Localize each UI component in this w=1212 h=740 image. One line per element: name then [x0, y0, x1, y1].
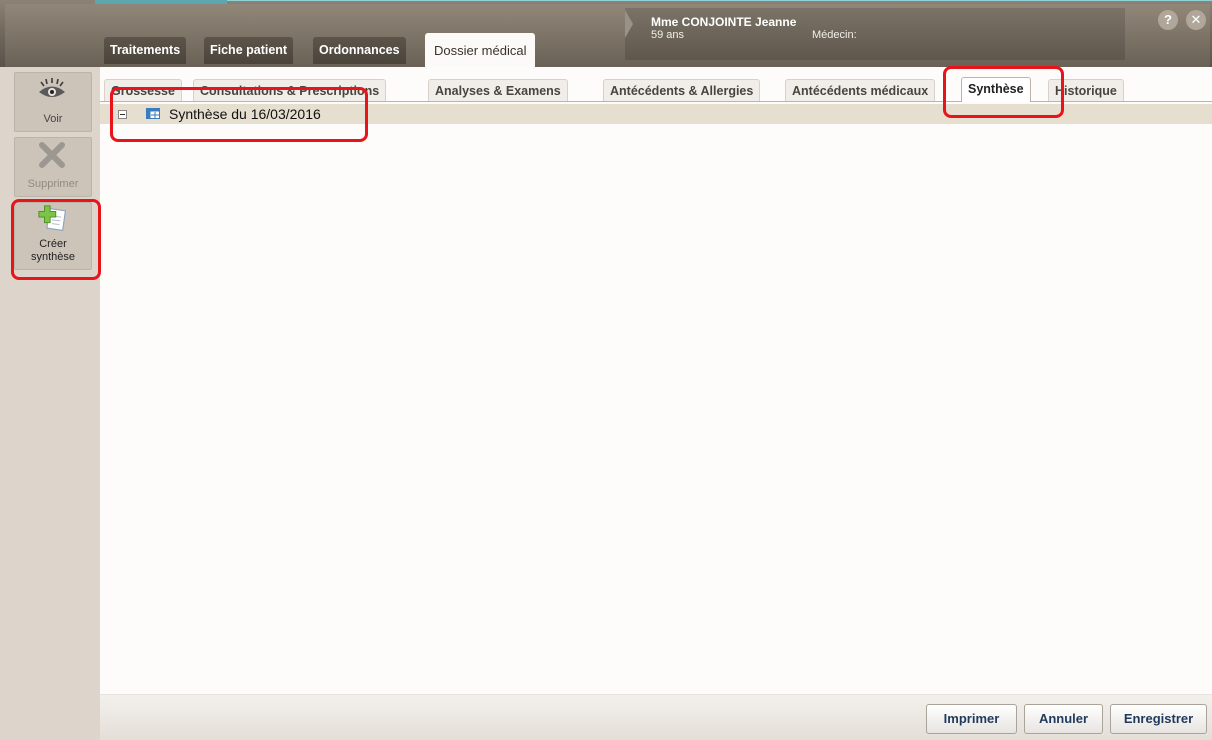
create-synthesis-button[interactable]: Créer synthèse	[14, 202, 92, 270]
view-label: Voir	[43, 113, 63, 125]
eye-icon	[37, 77, 67, 103]
cancel-button[interactable]: Annuler	[1024, 704, 1103, 734]
subtab-analyses[interactable]: Analyses & Examens	[428, 79, 568, 101]
delete-button[interactable]: Supprimer	[14, 137, 92, 197]
header-rule	[227, 0, 1212, 1]
header-accent	[95, 0, 227, 4]
help-button[interactable]: ?	[1158, 10, 1178, 30]
patient-name: Mme CONJOINTE Jeanne	[651, 15, 797, 29]
tab-fiche-patient[interactable]: Fiche patient	[204, 37, 294, 64]
print-button[interactable]: Imprimer	[926, 704, 1017, 734]
subtab-antecedents-medicaux[interactable]: Antécédents médicaux	[785, 79, 936, 101]
subtab-divider	[100, 101, 1212, 102]
create-label-line1: Créer	[39, 238, 67, 250]
collapse-icon[interactable]	[118, 110, 127, 119]
subtab-synthese[interactable]: Synthèse	[961, 77, 1031, 102]
table-icon	[146, 108, 160, 119]
patient-panel-arrow	[625, 10, 633, 38]
tree-item-label[interactable]: Synthèse du 16/03/2016	[169, 106, 321, 122]
tab-traitements[interactable]: Traitements	[104, 37, 187, 64]
subtab-antecedents-allergies[interactable]: Antécédents & Allergies	[603, 79, 761, 101]
view-button[interactable]: Voir	[14, 72, 92, 132]
patient-age: 59 ans	[651, 29, 685, 41]
delete-label: Supprimer	[27, 178, 79, 190]
doctor-label: Médecin:	[812, 29, 857, 41]
tab-dossier-medical[interactable]: Dossier médical	[425, 33, 536, 67]
tab-ordonnances[interactable]: Ordonnances	[313, 37, 406, 64]
subtab-consultations[interactable]: Consultations & Prescriptions	[193, 79, 387, 101]
subtab-grossesse[interactable]: Grossesse	[104, 79, 182, 101]
add-document-icon	[37, 205, 67, 231]
cross-icon	[37, 142, 67, 168]
save-button[interactable]: Enregistrer	[1110, 704, 1207, 734]
subtab-historique[interactable]: Historique	[1048, 79, 1124, 101]
content-area	[100, 67, 1212, 694]
create-label-line2: synthèse	[30, 251, 76, 263]
close-button[interactable]: ✕	[1186, 10, 1206, 30]
